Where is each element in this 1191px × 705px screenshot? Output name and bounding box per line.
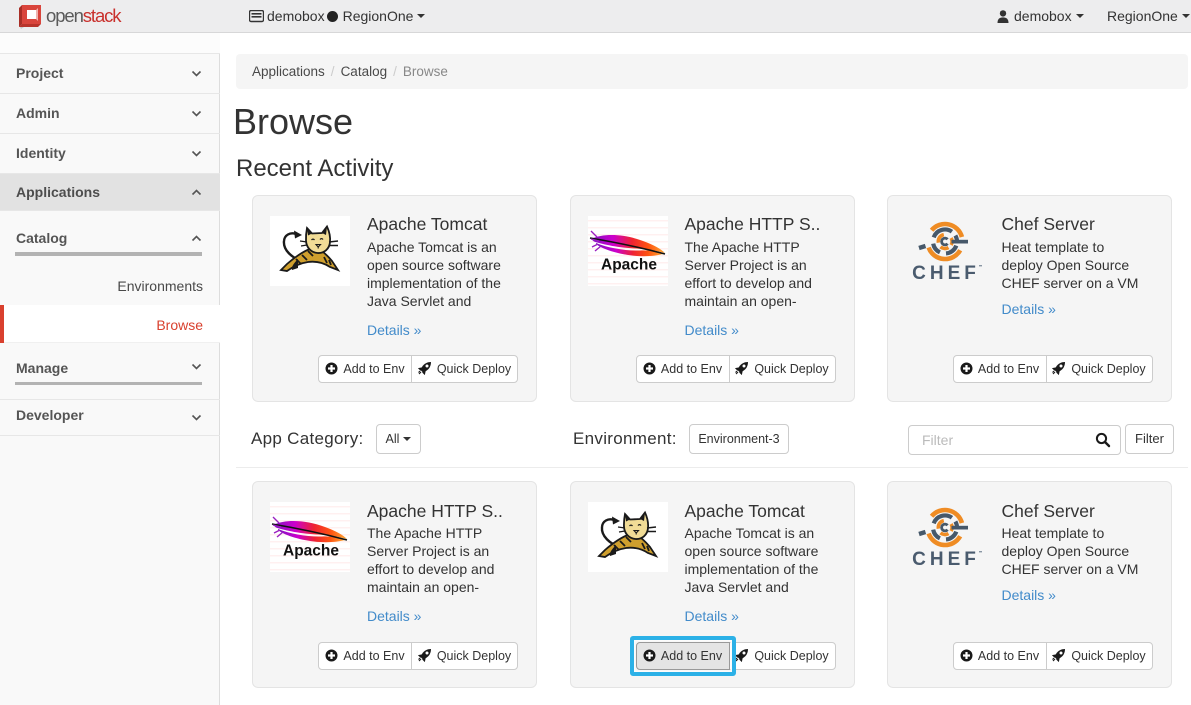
svg-text:CHEF: CHEF [912, 549, 980, 570]
svg-text:Apache: Apache [601, 256, 657, 273]
svg-text:CHEF: CHEF [912, 263, 980, 284]
svg-text:Apache: Apache [283, 543, 339, 560]
